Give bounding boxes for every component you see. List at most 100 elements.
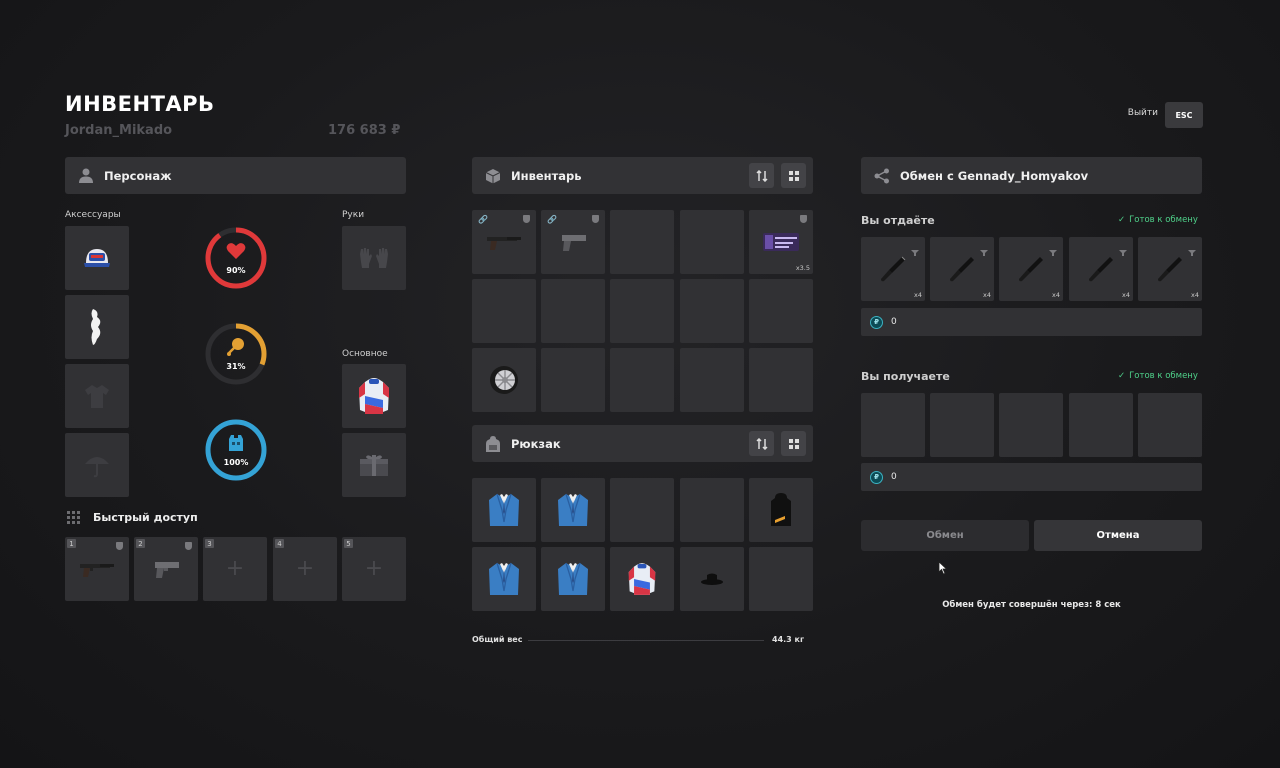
get-slot[interactable] <box>930 393 994 457</box>
give-slot[interactable]: x4 <box>1138 237 1202 301</box>
quick-slot-number: 4 <box>275 539 284 548</box>
inventory-slot[interactable] <box>610 210 674 274</box>
backpack-slot[interactable] <box>749 547 813 611</box>
inventory-slot[interactable]: 🔗 <box>472 210 536 274</box>
shield-icon <box>592 215 599 223</box>
sort-button[interactable] <box>749 163 774 188</box>
exit-label: Выйти <box>1127 108 1158 118</box>
inventory-slot[interactable] <box>541 348 605 412</box>
filter-icon <box>1119 242 1127 261</box>
give-slot[interactable]: x4 <box>861 237 925 301</box>
backpack-slot[interactable] <box>680 478 744 542</box>
pistol-silencer-icon <box>80 564 114 577</box>
sort-icon <box>755 437 768 450</box>
knife-icon <box>1158 257 1182 282</box>
share-icon <box>873 167 891 185</box>
weight-bar <box>528 640 764 641</box>
inventory-slot[interactable] <box>749 348 813 412</box>
jacket-icon <box>628 563 656 595</box>
backpack-slot[interactable] <box>610 478 674 542</box>
main-slot-jacket[interactable] <box>342 364 406 428</box>
backpack-stack-button[interactable] <box>781 431 806 456</box>
inventory-slot[interactable] <box>472 348 536 412</box>
quick-slot-1[interactable]: 1 <box>65 537 129 601</box>
inventory-slot[interactable] <box>680 279 744 343</box>
exchange-button[interactable]: Обмен <box>861 520 1029 551</box>
backpack-sort-button[interactable] <box>749 431 774 456</box>
stack-icon <box>788 438 799 449</box>
inventory-panel-header: Инвентарь <box>472 157 813 194</box>
inventory-slot[interactable] <box>749 279 813 343</box>
umbrella-icon <box>85 457 109 478</box>
suit-icon <box>489 493 519 526</box>
armor-icon <box>229 435 243 451</box>
main-slot-box[interactable] <box>342 433 406 497</box>
exchange-panel-header: Обмен с Gennady_Homyakov <box>861 157 1202 194</box>
mouse-cursor-icon <box>938 560 948 579</box>
currency-icon: ₽ <box>870 470 883 484</box>
stack-icon <box>788 170 799 181</box>
filter-icon <box>1049 242 1057 261</box>
shield-icon <box>523 215 530 223</box>
backpack-slot[interactable] <box>610 547 674 611</box>
give-money-field[interactable]: ₽ 0 <box>861 308 1202 336</box>
give-slot[interactable]: x4 <box>1069 237 1133 301</box>
give-slot[interactable]: x4 <box>999 237 1063 301</box>
quick-slot-5[interactable]: 5 + <box>342 537 406 601</box>
item-count: x4 <box>914 291 922 299</box>
item-count: x4 <box>1191 291 1199 299</box>
jacket-icon <box>359 378 389 414</box>
backpack-panel-title: Рюкзак <box>511 436 561 451</box>
plus-icon: + <box>364 556 384 581</box>
inventory-slot[interactable] <box>472 279 536 343</box>
backpack-slot[interactable] <box>541 547 605 611</box>
item-count: x4 <box>1052 291 1060 299</box>
backpack-slot[interactable] <box>472 547 536 611</box>
knife-icon <box>1089 257 1113 282</box>
give-slot[interactable]: x4 <box>930 237 994 301</box>
accessory-slot-shirt[interactable] <box>65 364 129 428</box>
quick-slot-4[interactable]: 4 + <box>273 537 337 601</box>
plus-icon: + <box>225 556 245 581</box>
accessory-slot-umbrella[interactable] <box>65 433 129 497</box>
exchange-panel-title: Обмен с Gennady_Homyakov <box>900 168 1089 183</box>
box-icon <box>484 167 502 185</box>
check-icon: ✓ <box>1118 371 1126 381</box>
esc-button[interactable]: ESC <box>1165 102 1203 128</box>
get-slot[interactable] <box>1069 393 1133 457</box>
get-slot[interactable] <box>1138 393 1202 457</box>
inventory-slot[interactable]: x3.5 <box>749 210 813 274</box>
get-slot[interactable] <box>999 393 1063 457</box>
backpack-slot[interactable] <box>749 478 813 542</box>
suit-icon <box>558 493 588 526</box>
inventory-panel-title: Инвентарь <box>511 168 582 183</box>
health-percent: 90% <box>226 266 246 275</box>
get-slot[interactable] <box>861 393 925 457</box>
link-icon: 🔗 <box>478 215 488 224</box>
food-icon <box>227 338 244 356</box>
inventory-slot[interactable] <box>610 279 674 343</box>
backpack-slot[interactable] <box>472 478 536 542</box>
accessory-slot-scarf[interactable] <box>65 295 129 359</box>
user-icon <box>77 167 95 185</box>
inventory-slot[interactable] <box>541 279 605 343</box>
inventory-slot[interactable] <box>680 348 744 412</box>
get-money-value: 0 <box>891 472 897 482</box>
quick-slot-3[interactable]: 3 + <box>203 537 267 601</box>
backpack-slot[interactable] <box>680 547 744 611</box>
cancel-button[interactable]: Отмена <box>1034 520 1202 551</box>
quick-slot-2[interactable]: 2 <box>134 537 198 601</box>
inventory-slot[interactable] <box>680 210 744 274</box>
stack-button[interactable] <box>781 163 806 188</box>
player-money: 176 683 ₽ <box>328 123 401 138</box>
hat-icon <box>701 573 723 585</box>
hands-slot[interactable] <box>342 226 406 290</box>
gift-box-icon <box>360 455 388 476</box>
weight-label: Общий вес <box>472 635 523 644</box>
plus-icon: + <box>295 556 315 581</box>
filter-icon <box>1188 242 1196 261</box>
backpack-slot[interactable] <box>541 478 605 542</box>
inventory-slot[interactable] <box>610 348 674 412</box>
inventory-slot[interactable]: 🔗 <box>541 210 605 274</box>
accessory-slot-cap[interactable] <box>65 226 129 290</box>
